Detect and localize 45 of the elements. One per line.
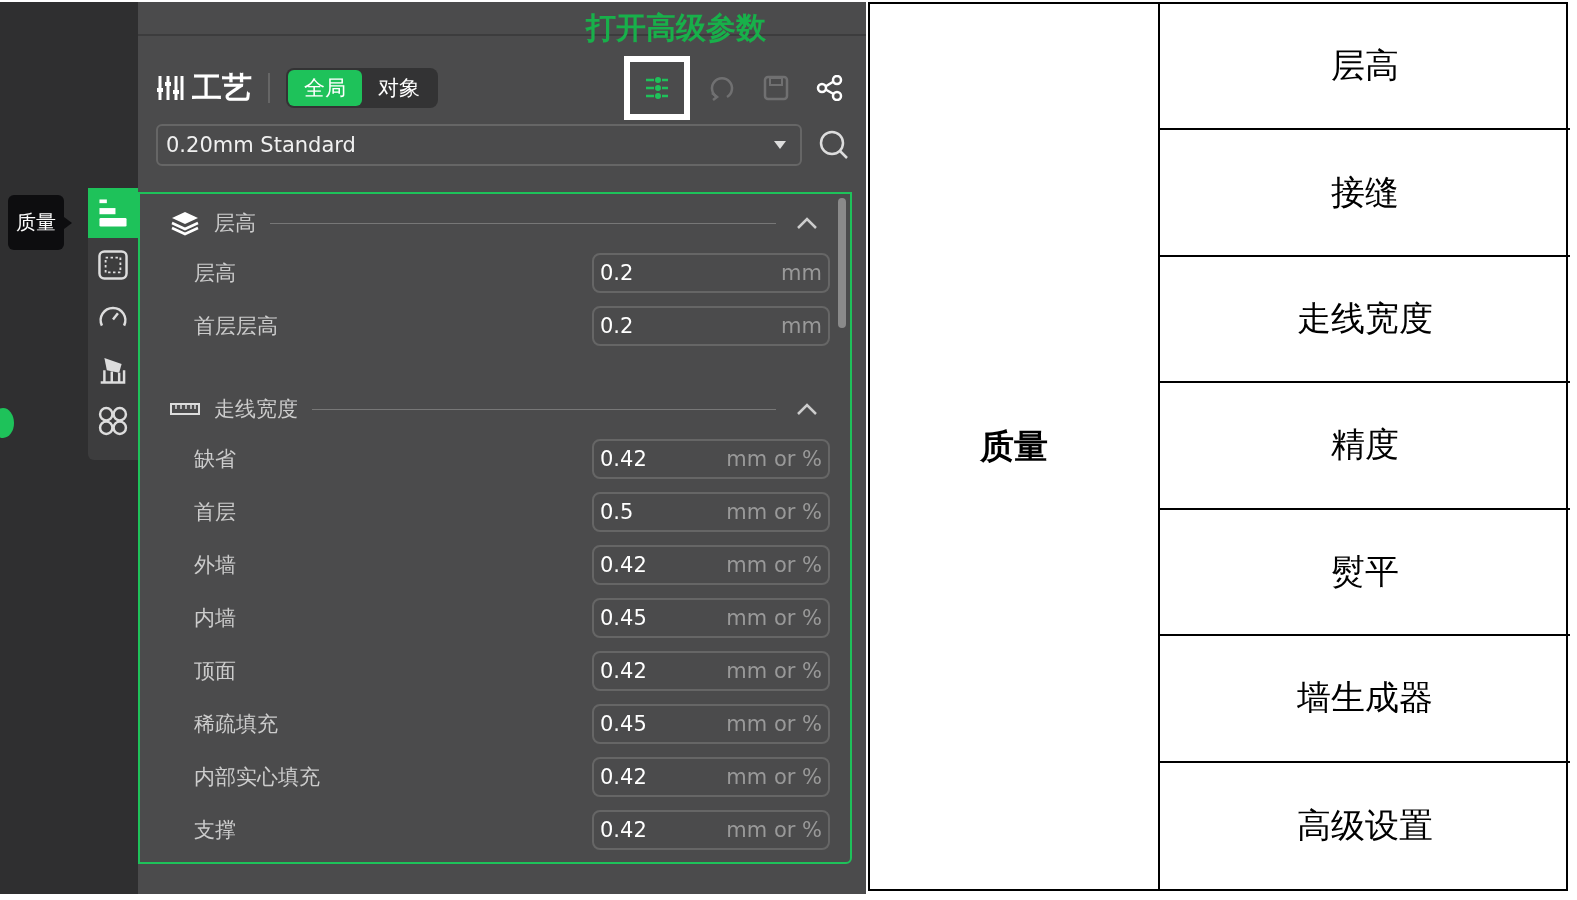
input-field[interactable]: 0.42 mm or %: [592, 756, 830, 797]
section-title: 走线宽度: [214, 396, 298, 423]
unit-label: mm or %: [726, 605, 822, 630]
unit-label: mm: [781, 313, 822, 338]
table-cell: 层高: [1160, 4, 1570, 131]
setting-label: 首层层高: [194, 312, 278, 340]
input-field[interactable]: 0.42 mm or %: [592, 809, 830, 850]
table-cell-text: 高级设置: [1296, 803, 1434, 847]
setting-label: 首层: [194, 498, 236, 526]
unit-label: mm or %: [726, 817, 822, 842]
section-title: 层高: [214, 210, 256, 237]
scope-tab[interactable]: 对象: [362, 70, 436, 106]
input-field[interactable]: 0.42 mm or %: [592, 544, 830, 585]
table-cell: 接缝: [1160, 130, 1570, 257]
table-cell: 精度: [1160, 383, 1570, 510]
setting-label: 层高: [194, 259, 236, 287]
unit-label: mm or %: [726, 658, 822, 683]
unit-label: mm or %: [726, 446, 822, 471]
input-field[interactable]: 0.5 mm or %: [592, 491, 830, 532]
preset-dropdown[interactable]: 0.20mm Standard: [156, 124, 802, 166]
input-field[interactable]: 0.2 mm: [592, 252, 830, 293]
tooltip: 质量: [8, 195, 64, 250]
setting-label: 缺省: [194, 445, 236, 473]
table-cell: 墙生成器: [1160, 636, 1570, 763]
input-field[interactable]: 0.45 mm or %: [592, 597, 830, 638]
table-cell: 质量: [870, 4, 1160, 889]
setting-label: 外墙: [194, 551, 236, 579]
setting-label: 支撑: [194, 816, 236, 844]
panel-title: 工艺: [192, 68, 252, 107]
unit-label: mm: [781, 260, 822, 285]
input-field[interactable]: 0.42 mm or %: [592, 438, 830, 479]
setting-label: 内墙: [194, 604, 236, 632]
unit-label: mm or %: [726, 711, 822, 736]
table-cell: 熨平: [1160, 509, 1570, 637]
input-field[interactable]: 0.2 mm: [592, 305, 830, 346]
setting-label: 内部实心填充: [194, 763, 320, 791]
setting-label: 顶面: [194, 657, 236, 685]
annotation-label: 打开高级参数: [586, 9, 766, 47]
unit-label: mm or %: [726, 764, 822, 789]
unit-label: mm or %: [726, 499, 822, 524]
input-field[interactable]: 0.45 mm or %: [592, 703, 830, 744]
unit-label: mm or %: [726, 552, 822, 577]
table-cell: 走线宽度: [1160, 256, 1570, 384]
input-field[interactable]: 0.42 mm or %: [592, 650, 830, 691]
setting-label: 稀疏填充: [194, 710, 278, 738]
